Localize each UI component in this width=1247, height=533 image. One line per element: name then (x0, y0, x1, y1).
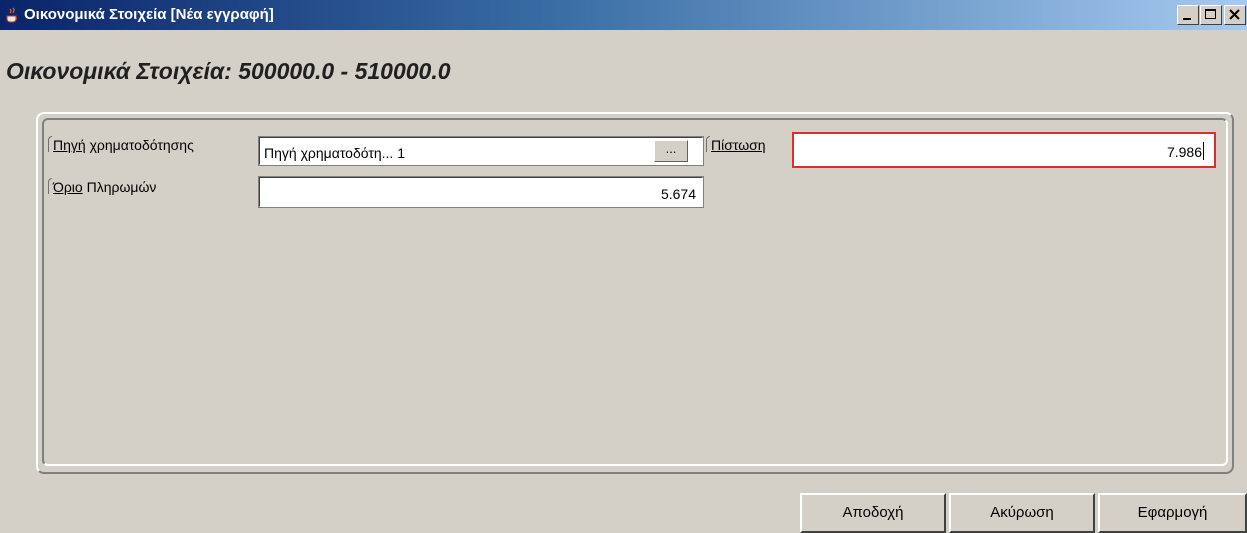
credit-field[interactable]: 7.986 (792, 132, 1216, 168)
close-button[interactable] (1224, 5, 1246, 25)
minimize-icon (1183, 18, 1191, 20)
maximize-button[interactable] (1200, 5, 1222, 25)
payment-limit-label: Όριο Πληρωμών (48, 178, 156, 195)
accept-button[interactable]: Αποδοχή (800, 493, 946, 533)
payment-limit-value: 5.674 (660, 186, 696, 202)
credit-value: 7.986 (1166, 144, 1202, 160)
credit-label-mnemonic: Πίστωση (711, 137, 766, 153)
title-bar[interactable]: Οικονομικά Στοιχεία [Νέα εγγραφή] (0, 0, 1247, 30)
maximize-icon (1205, 9, 1216, 19)
cancel-button[interactable]: Ακύρωση (949, 493, 1095, 533)
funding-source-browse-button[interactable]: ... (654, 140, 688, 162)
payment-limit-label-mnemonic: Όριο (53, 179, 83, 195)
payment-limit-label-rest: Πληρωμών (82, 179, 157, 195)
funding-source-label: Πηγή χρηματοδότησης (48, 136, 194, 153)
credit-label: Πίστωση (706, 136, 766, 153)
funding-source-label-rest: χρηματοδότησης (85, 137, 194, 153)
funding-source-field[interactable]: Πηγή χρηματοδότη... 1 ... (258, 136, 704, 166)
window-title: Οικονομικά Στοιχεία [Νέα εγγραφή] (24, 6, 274, 23)
page-title: Οικονομικά Στοιχεία: 500000.0 - 510000.0 (6, 58, 451, 84)
java-cup-icon (4, 7, 20, 23)
form-panel-inner (42, 118, 1228, 466)
payment-limit-field[interactable]: 5.674 (258, 176, 704, 208)
minimize-button[interactable] (1177, 5, 1199, 25)
funding-source-label-mnemonic: Πηγή (53, 137, 86, 153)
text-caret (1203, 142, 1204, 160)
apply-button[interactable]: Εφαρμογή (1098, 493, 1247, 533)
funding-source-value: Πηγή χρηματοδότη... 1 (264, 145, 405, 161)
close-icon (1229, 9, 1240, 20)
